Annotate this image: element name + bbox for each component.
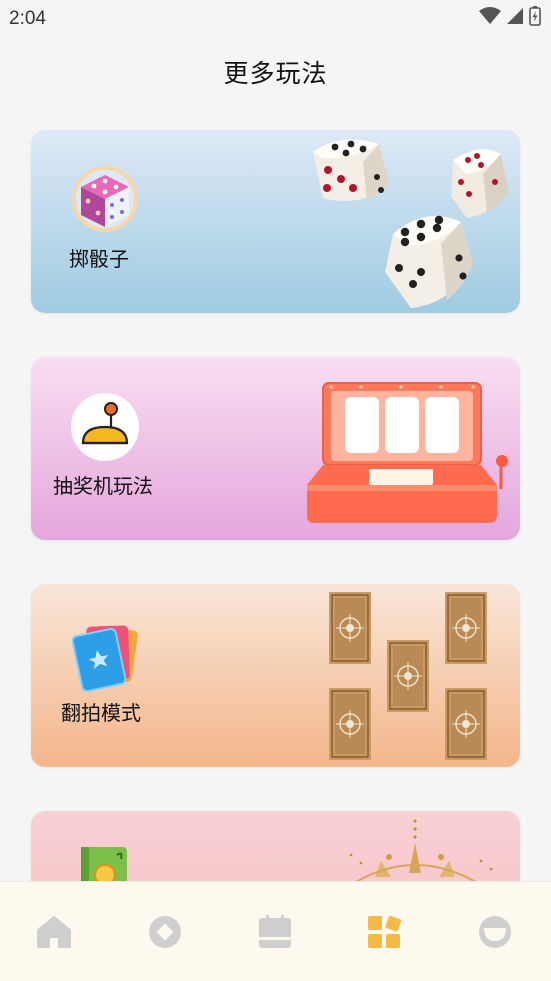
status-bar: 2:04: [0, 0, 551, 38]
card-label: 掷骰子: [69, 247, 129, 271]
tarot-cards-illustration: [321, 588, 501, 764]
card-label: 翻拍模式: [61, 701, 141, 725]
more-games-icon: [366, 914, 402, 954]
bottom-tab-bar: [0, 881, 551, 981]
slot-machine-card[interactable]: 抽奖机玩法: [31, 357, 520, 540]
tab-home[interactable]: [34, 914, 74, 954]
flip-mode-card[interactable]: 翻拍模式: [31, 584, 520, 767]
calendar-icon: [257, 915, 293, 953]
cellular-signal-icon: [507, 7, 523, 29]
battery-charging-icon: [529, 6, 541, 30]
page-title: 更多玩法: [223, 59, 328, 88]
card-label: 抽奖机玩法: [53, 474, 153, 498]
slot-machine-illustration: [301, 377, 516, 527]
tab-discover[interactable]: [145, 914, 185, 954]
dice-icon: [71, 165, 139, 233]
status-icons: [479, 6, 541, 30]
cards-icon: [71, 620, 139, 693]
profile-icon: [478, 915, 512, 953]
tab-calendar[interactable]: [255, 914, 295, 954]
home-icon: [36, 915, 72, 953]
three-dice-illustration: [301, 132, 516, 312]
compass-icon: [148, 915, 182, 953]
status-time: 2:04: [9, 8, 46, 29]
wifi-icon: [479, 7, 501, 29]
tab-more-games[interactable]: [364, 914, 404, 954]
dice-game-card[interactable]: 掷骰子: [31, 130, 520, 313]
joystick-icon: [71, 393, 139, 461]
tab-profile[interactable]: [475, 914, 515, 954]
